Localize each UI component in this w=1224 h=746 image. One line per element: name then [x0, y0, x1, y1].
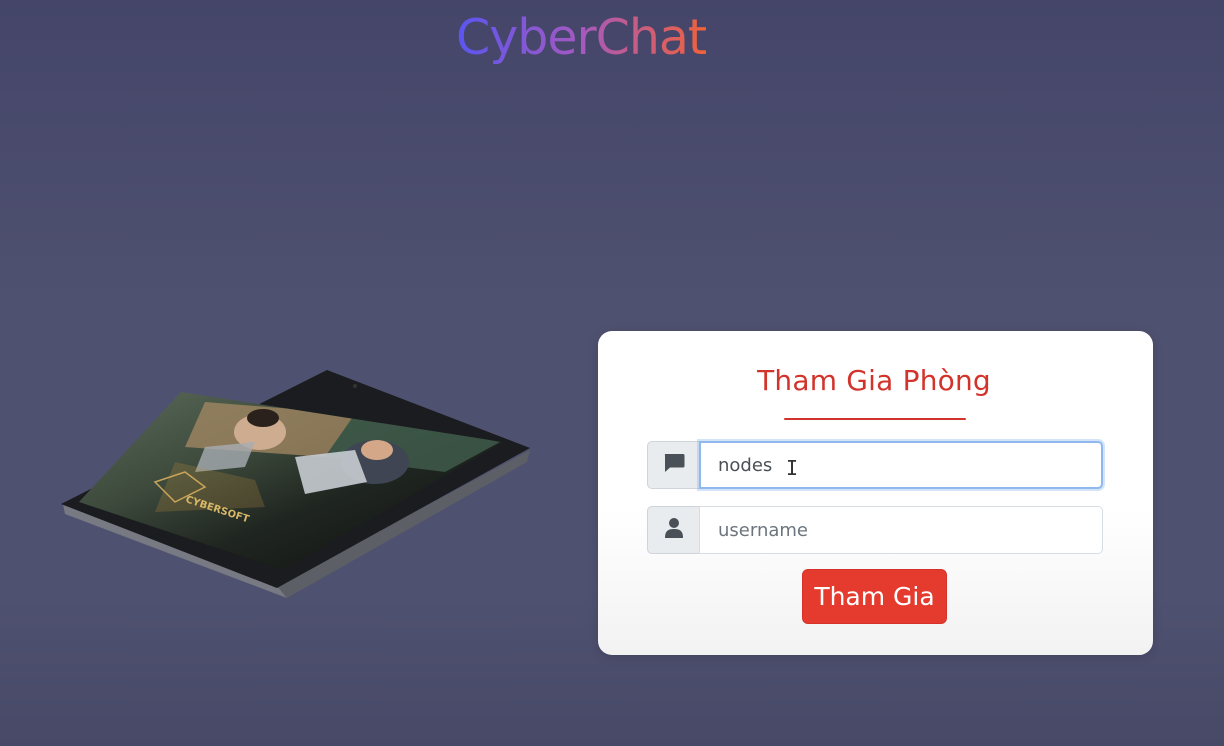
title-underline [784, 418, 966, 420]
username-addon [647, 506, 699, 554]
form-title: Tham Gia Phòng [757, 364, 991, 397]
username-input[interactable] [699, 506, 1103, 554]
join-room-card: Tham Gia Phòng Tham Gia [598, 331, 1153, 655]
user-icon [664, 517, 684, 543]
join-button[interactable]: Tham Gia [802, 569, 947, 624]
tablet-illustration: CYBERSOFT [55, 362, 535, 612]
room-input[interactable] [699, 441, 1103, 489]
message-icon [663, 453, 685, 477]
room-addon [647, 441, 699, 489]
tablet-image: CYBERSOFT [61, 370, 530, 598]
room-input-group [647, 441, 1103, 489]
username-input-group [647, 506, 1103, 554]
app-logo: CyberChat [456, 4, 707, 72]
